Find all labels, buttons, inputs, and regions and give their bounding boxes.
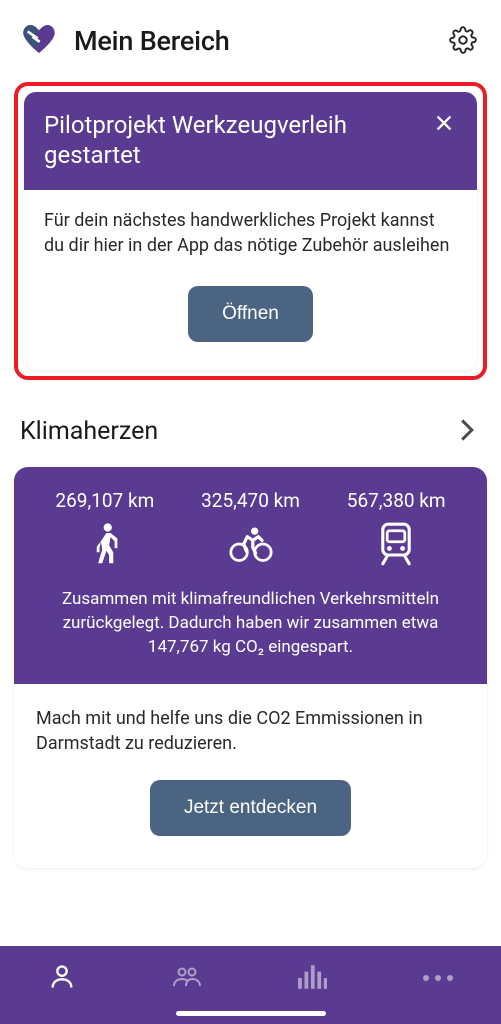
tab-more[interactable] (402, 961, 474, 996)
chevron-right-icon (459, 430, 475, 445)
notice-close-button[interactable] (431, 110, 457, 139)
klima-bottom-text: Mach mit und helfe uns die CO2 Emmission… (36, 706, 465, 756)
stat-bike: 325,470 km (178, 489, 324, 570)
notice-body-text: Für dein nächstes handwerkliches Projekt… (44, 208, 457, 258)
tab-community[interactable] (152, 953, 222, 1004)
notice-card: Pilotprojekt Werkzeugverleih gestartet F… (24, 92, 477, 370)
tab-profile[interactable] (27, 953, 97, 1004)
people-icon (172, 979, 202, 994)
app-header: Mein Bereich (0, 0, 501, 82)
stat-train-value: 567,380 km (323, 489, 469, 512)
klima-discover-button[interactable]: Jetzt entdecken (150, 780, 351, 836)
person-icon (47, 979, 77, 994)
notice-open-button[interactable]: Öffnen (188, 286, 313, 342)
tab-stats[interactable] (277, 953, 347, 1004)
train-icon (376, 551, 416, 570)
notice-card-body: Für dein nächstes handwerkliches Projekt… (24, 190, 477, 370)
page-title: Mein Bereich (74, 25, 230, 57)
gear-icon (449, 42, 477, 57)
highlighted-notice-frame: Pilotprojekt Werkzeugverleih gestartet F… (14, 82, 487, 380)
tab-bar (0, 946, 501, 1024)
klima-card: 269,107 km 325,470 km (14, 467, 487, 868)
stat-bike-value: 325,470 km (178, 489, 324, 512)
stat-walk-value: 269,107 km (32, 489, 178, 512)
more-icon (422, 971, 454, 986)
notice-card-header: Pilotprojekt Werkzeugverleih gestartet (24, 92, 477, 190)
klima-stats-panel: 269,107 km 325,470 km (14, 467, 487, 683)
notice-title: Pilotprojekt Werkzeugverleih gestartet (44, 110, 419, 170)
bars-icon (297, 979, 327, 994)
walk-icon (87, 551, 123, 570)
stats-row: 269,107 km 325,470 km (32, 489, 469, 570)
klima-card-bottom: Mach mit und helfe uns die CO2 Emmission… (14, 684, 487, 868)
stat-walk: 269,107 km (32, 489, 178, 570)
stat-train: 567,380 km (323, 489, 469, 570)
klima-description: Zusammen mit klimafreundlichen Verkehrsm… (32, 588, 469, 659)
app-logo-icon (18, 18, 60, 64)
settings-button[interactable] (445, 22, 481, 61)
header-left: Mein Bereich (18, 18, 230, 64)
home-indicator[interactable] (176, 1011, 326, 1016)
section-title: Klimaherzen (20, 417, 158, 446)
bike-icon (229, 551, 273, 570)
close-icon (433, 122, 455, 137)
section-chevron-button[interactable] (455, 414, 479, 449)
section-header[interactable]: Klimaherzen (14, 400, 487, 467)
